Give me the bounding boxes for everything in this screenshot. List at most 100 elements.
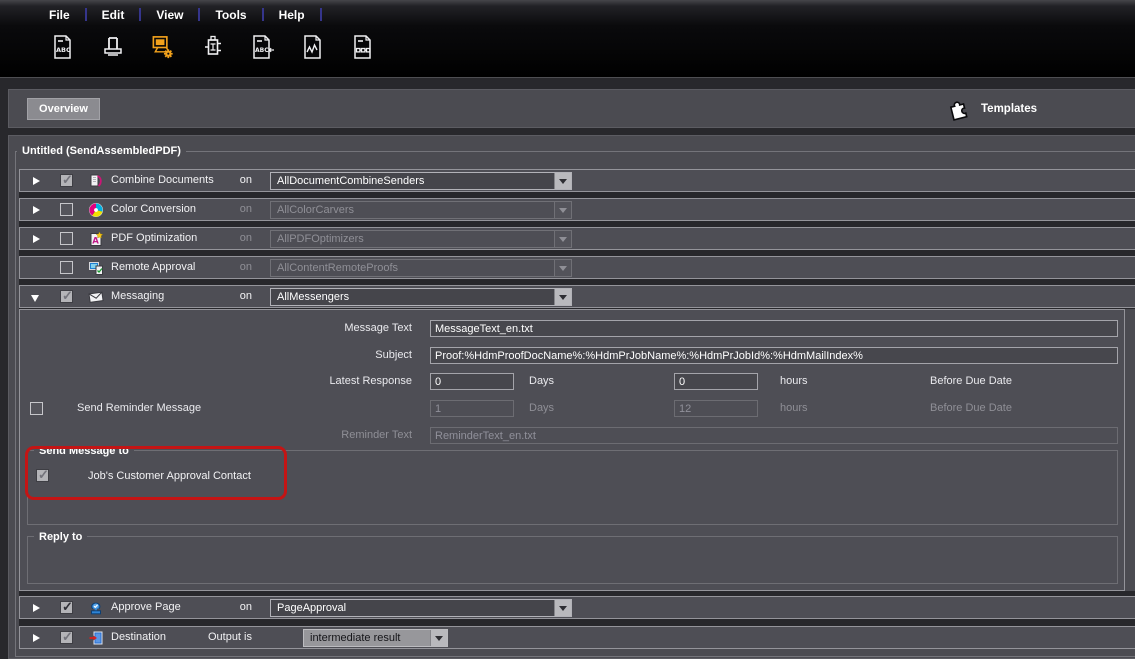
color-conversion-dropdown[interactable]: AllColorCarvers — [270, 201, 572, 219]
dropdown-value: AllPDFOptimizers — [277, 231, 364, 247]
document-signature-icon — [300, 33, 326, 61]
toolbar-button-document-sequence[interactable] — [350, 32, 376, 62]
remote-approval-checkbox[interactable] — [60, 261, 73, 274]
svg-text:ABC: ABC — [255, 47, 269, 54]
pdf-optimization-dropdown[interactable]: AllPDFOptimizers — [270, 230, 572, 248]
dropdown-arrow-icon[interactable] — [554, 231, 571, 247]
toolbar: ABC — [50, 32, 376, 62]
row-label: Destination — [111, 627, 166, 648]
reminder-text-input[interactable] — [430, 427, 1118, 444]
collapse-arrow-icon[interactable] — [31, 295, 39, 302]
destination-output-dropdown[interactable]: intermediate result — [303, 629, 448, 647]
menu-tools[interactable]: Tools — [212, 8, 249, 22]
document-abc-input-icon: ABC — [250, 33, 276, 61]
reminder-hours-input[interactable] — [674, 400, 758, 417]
subject-input[interactable] — [430, 347, 1118, 364]
overview-button[interactable]: Overview — [27, 98, 100, 120]
approve-page-dropdown[interactable]: PageApproval — [270, 599, 572, 617]
reminder-text-label: Reminder Text — [220, 427, 412, 444]
send-message-to-legend: Send Message to — [34, 444, 134, 458]
messaging-detail-panel: Message Text Subject Latest Response Day… — [19, 309, 1125, 591]
menu-help[interactable]: Help — [276, 8, 308, 22]
toolbar-button-printer[interactable] — [100, 32, 126, 62]
row-relation: on — [180, 228, 252, 249]
row-relation: Output is — [180, 627, 252, 648]
menu-bar: File Edit View Tools Help — [46, 6, 334, 23]
workstation-settings-icon — [150, 33, 176, 61]
combine-documents-dropdown[interactable]: AllDocumentCombineSenders — [270, 172, 572, 190]
remote-approval-icon — [88, 260, 104, 276]
toolbar-button-workstation-settings[interactable] — [150, 32, 176, 62]
row-relation: on — [180, 597, 252, 618]
templates-button[interactable]: Templates — [945, 94, 1037, 124]
menu-view[interactable]: View — [153, 8, 186, 22]
remote-approval-dropdown[interactable]: AllContentRemoteProofs — [270, 259, 572, 277]
menu-file[interactable]: File — [46, 8, 73, 22]
messaging-checkbox[interactable] — [60, 290, 73, 303]
reply-to-group: Reply to — [27, 536, 1118, 584]
document-sequence-icon — [350, 33, 376, 61]
latest-response-suffix: Before Due Date — [930, 373, 1012, 390]
expand-arrow-icon[interactable] — [33, 604, 40, 612]
reminder-days-input[interactable] — [430, 400, 514, 417]
dropdown-value: AllColorCarvers — [277, 202, 354, 218]
expand-arrow-icon[interactable] — [33, 235, 40, 243]
toolbar-button-document-abc-input[interactable]: ABC — [250, 32, 276, 62]
color-conversion-icon — [88, 202, 104, 218]
messaging-dropdown[interactable]: AllMessengers — [270, 288, 572, 306]
dropdown-value: AllMessengers — [277, 289, 349, 305]
menu-separator — [139, 8, 141, 21]
send-reminder-label: Send Reminder Message — [77, 400, 201, 417]
templates-label: Templates — [981, 103, 1037, 115]
row-pdf-optimization: A PDF Optimization on AllPDFOptimizers — [19, 227, 1135, 250]
send-reminder-checkbox[interactable] — [30, 402, 43, 415]
row-label: Approve Page — [111, 597, 181, 618]
reply-to-legend: Reply to — [34, 530, 87, 544]
pdf-optimization-icon: A — [88, 231, 104, 247]
document-abc-icon: ABC — [50, 33, 76, 61]
expand-arrow-icon[interactable] — [33, 206, 40, 214]
latest-response-label: Latest Response — [220, 373, 412, 390]
header-band: Overview Templates — [8, 89, 1135, 128]
latest-response-days-unit: Days — [529, 373, 554, 390]
row-label: Messaging — [111, 286, 164, 307]
row-remote-approval: Remote Approval on AllContentRemoteProof… — [19, 256, 1135, 279]
toolbar-button-document-abc[interactable]: ABC — [50, 32, 76, 62]
row-relation: on — [180, 199, 252, 220]
combine-documents-checkbox[interactable] — [60, 174, 73, 187]
dropdown-value: PageApproval — [277, 600, 346, 616]
puzzle-icon — [945, 94, 973, 124]
menu-separator — [262, 8, 264, 21]
menu-edit[interactable]: Edit — [99, 8, 128, 22]
dropdown-arrow-icon[interactable] — [430, 630, 447, 646]
approve-page-icon — [88, 600, 104, 616]
toolbar-button-document-signature[interactable] — [300, 32, 326, 62]
latest-response-hours-input[interactable] — [674, 373, 758, 390]
customer-approval-contact-checkbox[interactable] — [36, 469, 49, 482]
toolbar-button-engine[interactable] — [200, 32, 226, 62]
menu-separator — [320, 8, 322, 21]
dropdown-value: AllContentRemoteProofs — [277, 260, 398, 276]
dropdown-arrow-icon[interactable] — [554, 173, 571, 189]
message-text-input[interactable] — [430, 320, 1118, 337]
workflow-rows: Combine Documents on AllDocumentCombineS… — [19, 169, 1135, 309]
svg-text:A: A — [92, 237, 99, 247]
color-conversion-checkbox[interactable] — [60, 203, 73, 216]
top-bar: File Edit View Tools Help ABC — [0, 0, 1135, 78]
expand-arrow-icon[interactable] — [33, 634, 40, 642]
pdf-optimization-checkbox[interactable] — [60, 232, 73, 245]
dropdown-arrow-icon[interactable] — [554, 289, 571, 305]
menu-separator — [198, 8, 200, 21]
subject-label: Subject — [220, 347, 412, 364]
dropdown-arrow-icon[interactable] — [554, 600, 571, 616]
expand-arrow-icon[interactable] — [33, 177, 40, 185]
row-color-conversion: Color Conversion on AllColorCarvers — [19, 198, 1135, 221]
dropdown-arrow-icon[interactable] — [554, 260, 571, 276]
approve-page-checkbox[interactable] — [60, 601, 73, 614]
dropdown-arrow-icon[interactable] — [554, 202, 571, 218]
reminder-suffix: Before Due Date — [930, 400, 1012, 417]
reminder-hours-unit: hours — [780, 400, 808, 417]
destination-checkbox[interactable] — [60, 631, 73, 644]
latest-response-days-input[interactable] — [430, 373, 514, 390]
row-destination: Destination Output is intermediate resul… — [19, 626, 1135, 649]
